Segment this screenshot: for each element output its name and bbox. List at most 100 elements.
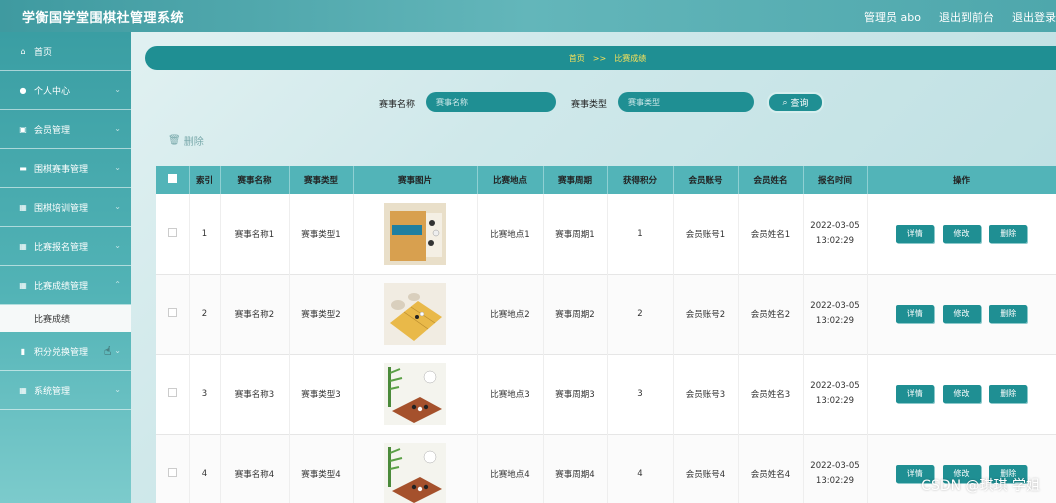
top-bar: 学衡国学堂围棋社管理系统 管理员 abo 退出到前台 退出登录 [0,0,1056,32]
cell-period: 赛事周期4 [543,434,608,503]
sidebar-item-home[interactable]: ⌂ 首页 [0,32,131,71]
sidebar-item-label: 系统管理 [34,386,71,397]
home-icon: ⌂ [20,46,26,56]
sidebar-item-members[interactable]: ▣ 会员管理 ⌄ [0,110,131,149]
cell-index: 3 [189,354,221,434]
chevron-down-icon: ⌄ [114,346,121,355]
cell-points: 1 [607,194,674,274]
event-image-board [384,283,446,345]
cell-period: 赛事周期2 [543,274,608,354]
grid-icon: ▦ [19,280,27,290]
sidebar-item-points-exchange[interactable]: ▮ 积分兑换管理 ⌄ [0,332,131,371]
cell-event-name: 赛事名称4 [220,434,290,503]
cell-actions: 详情 修改 删除 [867,274,1056,354]
cell-event-type: 赛事类型2 [289,274,354,354]
row-select-cell[interactable] [156,274,190,354]
cell-event-type: 赛事类型1 [289,194,354,274]
watermark: CSDN @琪琪 学姐 [921,478,1040,494]
user-icon: ● [19,85,27,95]
event-image-bamboo [384,443,446,503]
row-select-cell[interactable] [156,194,190,274]
row-checkbox[interactable] [167,227,177,237]
signup-date: 2022-03-05 [810,220,860,231]
trash-icon: 🗑︎ [168,135,181,146]
breadcrumb-current: 比赛成绩 [614,53,647,63]
monitor-icon: ▬ [19,163,27,173]
event-type-input[interactable] [618,92,754,112]
row-checkbox[interactable] [167,468,177,477]
chevron-down-icon: ⌄ [114,163,121,172]
event-image-bamboo [384,363,446,425]
cell-points: 3 [607,354,674,434]
cell-period: 赛事周期1 [543,194,608,274]
sidebar-item-label: 首页 [34,47,53,58]
logout-link[interactable]: 退出登录 [1012,9,1056,25]
breadcrumb: 首页 >> 比赛成绩 [145,46,1056,70]
edit-button[interactable]: 修改 [942,305,981,323]
cell-place: 比赛地点3 [477,354,544,434]
signup-clock: 13:02:29 [815,316,855,326]
delete-button[interactable]: 删除 [989,224,1028,243]
select-all-cell[interactable] [156,166,190,194]
sidebar-subitem-results[interactable]: 比赛成绩 [0,305,131,332]
cell-event-name: 赛事名称1 [220,194,290,274]
batch-delete-button[interactable]: 🗑︎ 删除 [168,133,204,148]
row-checkbox[interactable] [167,388,177,397]
chevron-down-icon: ⌄ [114,124,121,133]
sidebar-item-results[interactable]: ▦ 比赛成绩管理 ⌃ [0,266,131,305]
edit-button[interactable]: 修改 [942,385,981,403]
cell-event-type: 赛事类型3 [289,354,354,434]
delete-button[interactable]: 删除 [989,385,1028,403]
cell-place: 比赛地点2 [477,274,544,354]
sidebar-item-registration[interactable]: ▦ 比赛报名管理 ⌄ [0,227,131,266]
column-header: 报名时间 [803,166,868,194]
search-bar: 赛事名称 赛事类型 ⌕ 查询 [131,92,1056,114]
row-select-cell[interactable] [156,354,190,434]
breadcrumb-home[interactable]: 首页 [569,53,585,64]
select-all-checkbox[interactable] [167,174,177,183]
column-header: 获得积分 [607,166,674,194]
sidebar-item-label: 个人中心 [34,86,71,97]
cell-account: 会员账号3 [673,354,739,434]
delete-button[interactable]: 删除 [989,305,1028,323]
cell-actions: 详情 修改 删除 [867,354,1056,434]
exit-to-front-link[interactable]: 退出到前台 [939,9,994,25]
sidebar-item-go-events[interactable]: ▬ 围棋赛事管理 ⌄ [0,149,131,188]
grid-icon: ▦ [19,241,27,251]
cell-event-image [353,434,478,503]
sidebar-item-personal-center[interactable]: ● 个人中心 ⌄ [0,71,131,110]
sidebar-item-label: 围棋培训管理 [34,203,89,214]
cell-account: 会员账号4 [673,434,739,503]
column-header: 赛事名称 [220,166,290,194]
results-table: 索引 赛事名称 赛事类型 赛事图片 比赛地点 赛事周期 获得积分 会员账号 会员… [156,166,1056,503]
table-row: 2 赛事名称2 赛事类型2 比赛地点2 赛事周期2 2 会员账号2 会员姓名2 … [156,274,1056,354]
detail-button[interactable]: 详情 [895,305,934,323]
row-checkbox[interactable] [167,308,177,317]
column-header: 赛事周期 [543,166,608,194]
column-header: 会员姓名 [738,166,804,194]
cell-event-image [353,354,478,434]
column-header: 比赛地点 [477,166,544,194]
cell-account: 会员账号2 [673,274,739,354]
edit-button[interactable]: 修改 [942,224,981,243]
signup-clock: 13:02:29 [815,476,855,486]
cell-event-image [353,274,478,354]
row-select-cell[interactable] [156,434,190,503]
cell-account: 会员账号1 [673,194,739,274]
sidebar: ⌂ 首页 ● 个人中心 ⌄ ▣ 会员管理 ⌄ ▬ 围棋赛事管理 ⌄ ▦ 围棋培训… [0,32,131,503]
cell-event-image [353,194,478,274]
column-header: 赛事图片 [353,166,478,194]
grid-icon: ▦ [19,202,27,212]
column-header: 赛事类型 [289,166,354,194]
sidebar-item-go-training[interactable]: ▦ 围棋培训管理 ⌄ [0,188,131,227]
cell-member-name: 会员姓名4 [738,434,804,503]
detail-button[interactable]: 详情 [895,224,934,243]
doc-icon: ▣ [19,124,27,134]
search-icon: ⌕ [782,97,788,108]
search-button[interactable]: ⌕ 查询 [767,92,824,113]
cell-period: 赛事周期3 [543,354,608,434]
sidebar-item-system[interactable]: ▦ 系统管理 ⌄ [0,371,131,410]
cell-event-type: 赛事类型4 [289,434,354,503]
detail-button[interactable]: 详情 [895,385,934,403]
event-name-input[interactable] [426,92,556,112]
